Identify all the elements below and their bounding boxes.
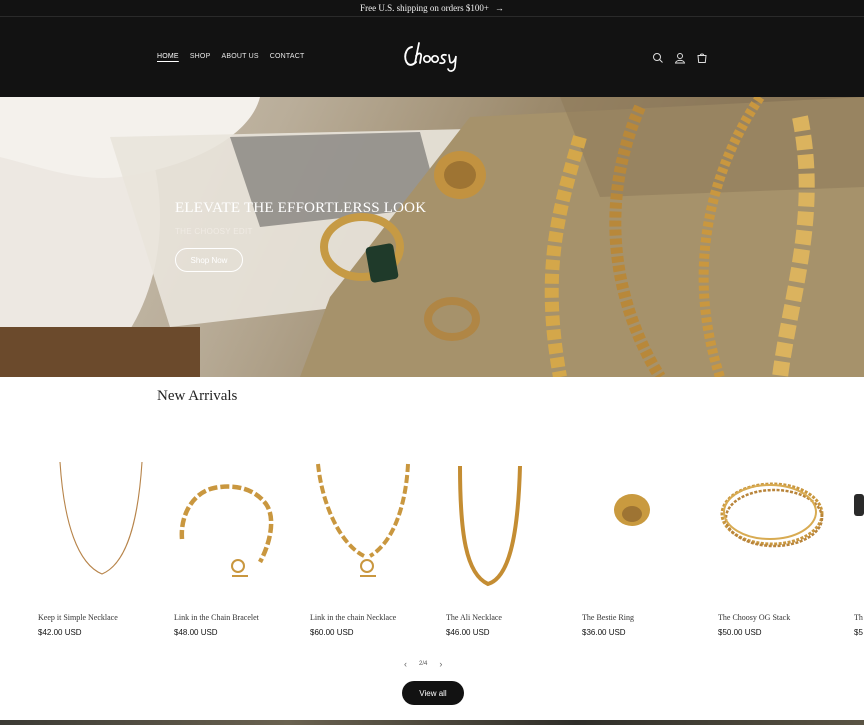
announcement-bar[interactable]: Free U.S. shipping on orders $100+ →	[0, 0, 864, 17]
product-name[interactable]: The Bestie Ring	[582, 613, 710, 622]
site-header: HOME SHOP ABOUT US CONTACT	[0, 17, 864, 97]
product-price: $36.00 USD	[582, 628, 626, 637]
product-card[interactable]: Keep it Simple Necklace $42.00 USD	[38, 444, 166, 637]
product-card[interactable]: The Bestie Ring $36.00 USD	[582, 444, 710, 637]
hero-image	[0, 97, 864, 377]
product-image[interactable]	[582, 444, 710, 594]
product-price: $60.00 USD	[310, 628, 354, 637]
announcement-text: Free U.S. shipping on orders $100+	[360, 3, 489, 13]
product-image[interactable]	[38, 444, 166, 594]
product-name[interactable]: The Ali Necklace	[446, 613, 574, 622]
header-icons	[652, 51, 708, 64]
hero-subtitle: THE CHOOSY EDIT	[175, 227, 253, 236]
product-card[interactable]: Th $5	[854, 444, 864, 637]
product-name[interactable]: Keep it Simple Necklace	[38, 613, 166, 622]
product-price: $50.00 USD	[718, 628, 762, 637]
product-image[interactable]	[854, 444, 864, 594]
product-price: $48.00 USD	[174, 628, 218, 637]
shop-now-button[interactable]: Shop Now	[175, 248, 243, 272]
arrow-right-icon: →	[494, 3, 504, 13]
nav-about-link[interactable]: ABOUT US	[221, 53, 258, 60]
pager-count: 2/4	[419, 661, 428, 667]
product-image[interactable]	[310, 444, 438, 594]
main-nav: HOME SHOP ABOUT US CONTACT	[157, 53, 304, 60]
account-icon[interactable]	[674, 51, 686, 64]
hero-title: ELEVATE THE EFFORTLERSS LOOK	[175, 200, 427, 216]
choosy-logo[interactable]	[400, 39, 464, 75]
product-card[interactable]: Link in the chain Necklace $60.00 USD	[310, 444, 438, 637]
search-icon[interactable]	[652, 51, 664, 63]
product-name[interactable]: Link in the Chain Bracelet	[174, 613, 302, 622]
product-image[interactable]	[446, 444, 574, 594]
carousel-pager: ‹ 2/4 ›	[404, 659, 442, 669]
product-name[interactable]: Th	[854, 613, 864, 622]
product-price: $42.00 USD	[38, 628, 82, 637]
hero-banner: ELEVATE THE EFFORTLERSS LOOK THE CHOOSY …	[0, 97, 864, 377]
hero-content: ELEVATE THE EFFORTLERSS LOOK THE CHOOSY …	[175, 200, 427, 272]
view-all-button[interactable]: View all	[402, 681, 464, 705]
product-image[interactable]	[174, 444, 302, 594]
product-card[interactable]: The Choosy OG Stack $50.00 USD	[718, 444, 846, 637]
product-card[interactable]: Link in the Chain Bracelet $48.00 USD	[174, 444, 302, 637]
product-price: $46.00 USD	[446, 628, 490, 637]
cart-icon[interactable]	[696, 51, 708, 63]
next-section-image	[0, 720, 864, 725]
nav-shop-link[interactable]: SHOP	[190, 53, 211, 60]
chevron-right-icon[interactable]: ›	[439, 659, 442, 669]
chevron-left-icon[interactable]: ‹	[404, 659, 407, 669]
product-image[interactable]	[718, 444, 846, 594]
product-name[interactable]: The Choosy OG Stack	[718, 613, 846, 622]
new-arrivals-title: New Arrivals	[157, 388, 238, 404]
nav-home-link[interactable]: HOME	[157, 53, 179, 60]
product-name[interactable]: Link in the chain Necklace	[310, 613, 438, 622]
product-card[interactable]: The Ali Necklace $46.00 USD	[446, 444, 574, 637]
nav-contact-link[interactable]: CONTACT	[270, 53, 305, 60]
product-price: $5	[854, 628, 863, 637]
